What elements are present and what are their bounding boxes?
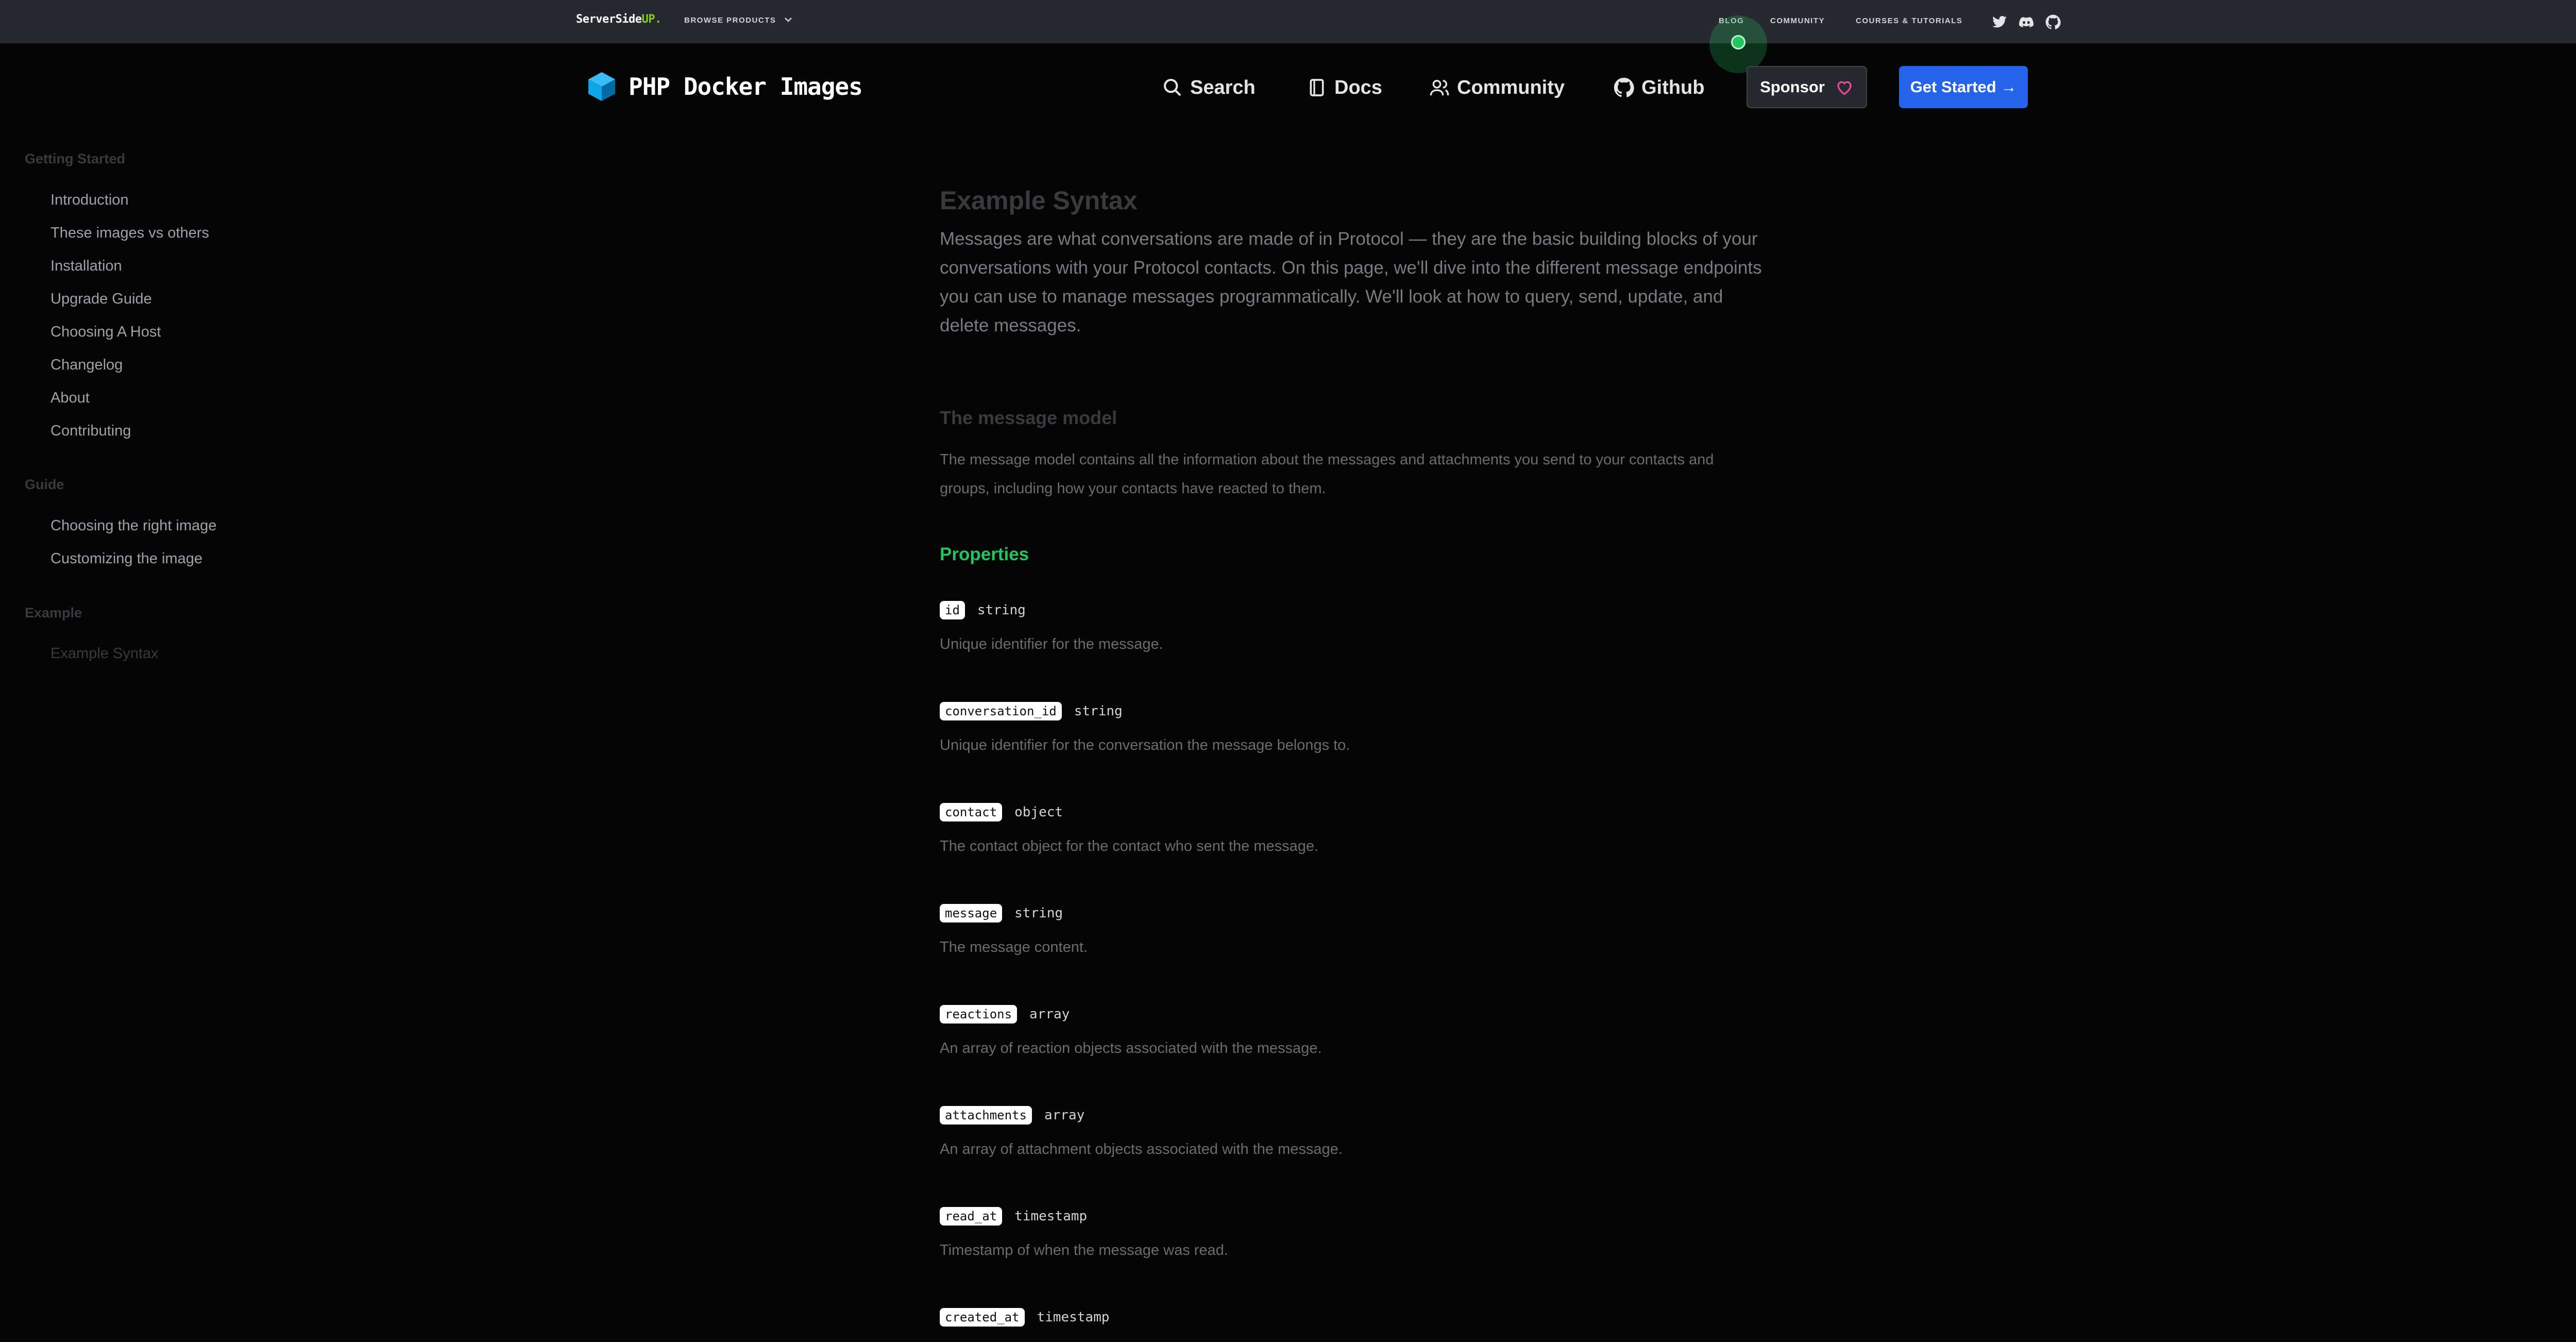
brand-up-text: UP. [641,13,662,26]
property-name: conversation_id [940,702,1062,720]
sponsor-button[interactable]: Sponsor [1747,66,1867,108]
search-icon [1164,79,1181,96]
property-item: contact object The contact object for the… [940,801,1764,855]
property-name: reactions [940,1005,1018,1024]
sidebar-section-getting-started: Getting Started [25,151,126,166]
property-type: string [977,602,1026,618]
property-description: An array of attachment objects associate… [940,1141,1343,1158]
property-type: timestamp [1037,1310,1110,1325]
sidebar-item-customizing-image[interactable]: Customizing the image [50,550,202,567]
sidebar-item-about[interactable]: About [50,390,90,407]
topnav-courses-link[interactable]: COURSES & TUTORIALS [1856,16,1962,25]
github-link[interactable]: Github [1614,73,1704,102]
property-description: The message content. [940,939,1088,955]
property-type: string [1014,905,1063,921]
property-item: reactions array An array of reaction obje… [940,1003,1764,1057]
sponsor-label: Sponsor [1760,78,1825,96]
property-description: Unique identifier for the conversation t… [940,737,1350,753]
property-name: message [940,904,1003,922]
heart-icon [1837,81,1852,95]
property-name: attachments [940,1106,1032,1125]
cursor-dot [1731,35,1745,49]
property-item: message string The message content. [940,902,1764,956]
sidebar-section-guide: Guide [25,477,64,492]
site-title-link[interactable]: PHP Docker Images [585,70,863,103]
twitter-icon[interactable] [1992,14,2007,30]
sidebar-item-choosing-right-image[interactable]: Choosing the right image [50,517,216,534]
search-label: Search [1190,76,1256,98]
sidebar-item-changelog[interactable]: Changelog [50,357,123,374]
property-description: Timestamp of when the message was read. [940,1242,1228,1259]
sidebar-item-contributing[interactable]: Contributing [50,423,131,440]
property-type: array [1044,1108,1085,1123]
book-icon [1310,79,1324,96]
property-name: created_at [940,1308,1025,1327]
section-title: The message model [940,407,1117,428]
github-label: Github [1641,76,1705,98]
property-name: read_at [940,1207,1003,1226]
cube-logo-icon [585,70,618,103]
property-item: created_at timestamp [940,1306,1764,1329]
property-item: conversation_id string Unique identifier … [940,700,1764,754]
sidebar-item-choosing-a-host[interactable]: Choosing A Host [50,324,161,341]
page-title: Example Syntax [940,186,1138,215]
property-description: Unique identifier for the message. [940,636,1163,652]
sidebar-item-images-vs-others[interactable]: These images vs others [50,225,209,242]
github-icon [1614,77,1634,97]
property-name: id [940,601,965,619]
property-name: contact [940,803,1003,821]
browse-products-label: BROWSE PRODUCTS [684,16,776,25]
property-type: array [1029,1006,1070,1022]
topnav-community-link[interactable]: COMMUNITY [1770,16,1825,25]
sidebar-item-introduction[interactable]: Introduction [50,192,129,209]
property-type: object [1014,804,1063,820]
sidebar-item-example-syntax[interactable]: Example Syntax [50,645,159,662]
properties-heading: Properties [940,544,1029,564]
page-lead: Messages are what conversations are made… [940,229,1762,336]
discord-icon[interactable] [2019,14,2034,30]
property-item: attachments array An array of attachment … [940,1104,1764,1158]
top-bar: ServerSideUP. BROWSE PRODUCTS BLOG COMMU… [0,0,2576,73]
community-label: Community [1457,76,1565,98]
sidebar-item-installation[interactable]: Installation [50,258,122,275]
sidebar-section-example: Example [25,605,82,620]
search-button[interactable]: Search [1162,73,1256,102]
github-icon[interactable] [2045,14,2061,30]
sidebar-item-upgrade-guide[interactable]: Upgrade Guide [50,291,152,308]
docs-link[interactable]: Docs [1307,73,1382,102]
site-title: PHP Docker Images [629,73,863,100]
brand-main-text: ServerSide [576,13,642,26]
browse-products-dropdown[interactable]: BROWSE PRODUCTS [684,16,792,25]
section-text: The message model contains all the infor… [940,451,1714,497]
community-link[interactable]: Community [1429,73,1565,102]
serversideup-logo[interactable]: ServerSideUP. [576,13,662,26]
property-type: timestamp [1014,1209,1088,1224]
docs-label: Docs [1334,76,1382,98]
property-type: string [1074,703,1123,719]
property-item: read_at timestamp Timestamp of when the m… [940,1205,1764,1259]
property-description: The contact object for the contact who s… [940,838,1319,854]
chevron-down-icon [784,16,792,25]
property-description: An array of reaction objects associated … [940,1040,1322,1056]
get-started-button[interactable]: Get Started → [1899,66,2028,108]
users-icon [1430,80,1449,96]
property-item: id string Unique identifier for the messa… [940,599,1764,653]
